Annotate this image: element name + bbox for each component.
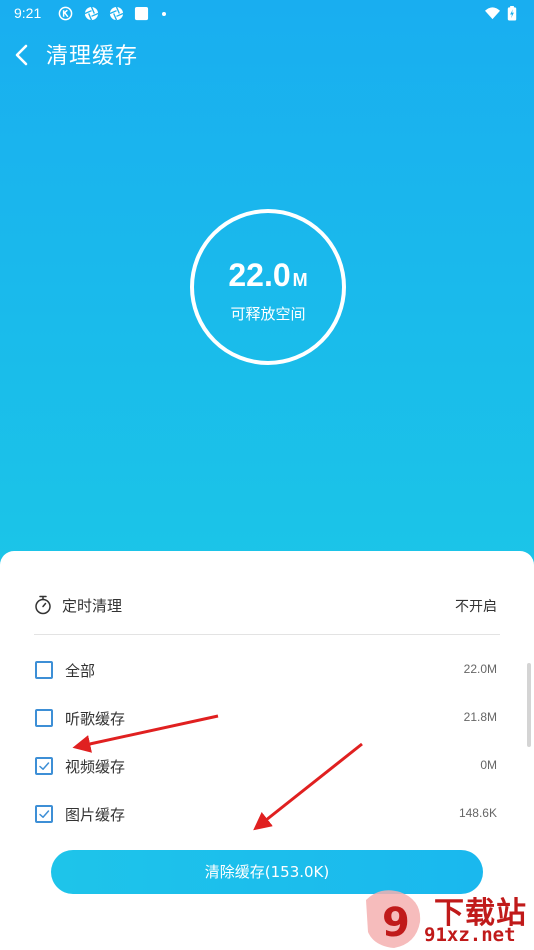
divider	[34, 634, 500, 635]
scheduled-clean-value: 不开启	[455, 599, 497, 615]
cache-item-label: 全部	[65, 662, 96, 680]
space-amount-unit: M	[292, 270, 308, 290]
watermark-domain: 91xz.net	[424, 924, 516, 946]
notification-dot-icon	[162, 12, 166, 16]
cache-item-label: 听歌缓存	[65, 710, 126, 728]
back-button[interactable]	[10, 38, 38, 70]
page-title: 清理缓存	[46, 44, 139, 69]
status-time: 9:21	[14, 5, 42, 21]
releasable-space-amount: 22.0 M	[194, 257, 342, 294]
scheduled-clean-label: 定时清理	[62, 597, 123, 615]
aperture-icon	[84, 6, 99, 21]
cache-item-label: 图片缓存	[65, 806, 126, 824]
checkbox-image-cache[interactable]	[35, 805, 53, 823]
cache-item-label: 视频缓存	[65, 758, 126, 776]
aperture-icon	[109, 6, 124, 21]
check-icon	[39, 762, 50, 770]
cache-item-size: 0M	[480, 758, 497, 772]
releasable-space-caption: 可释放空间	[230, 305, 306, 323]
watermark-logo-icon: 9	[366, 890, 421, 948]
cache-item-all[interactable]: 全部 22.0M	[34, 655, 500, 685]
checkbox-music-cache[interactable]	[35, 709, 53, 727]
cache-item-image[interactable]: 图片缓存 148.6K	[34, 799, 500, 829]
battery-charging-icon	[507, 6, 517, 21]
k-app-icon	[58, 6, 73, 21]
scrollbar[interactable]	[527, 663, 531, 747]
watermark-logo-text: 9	[382, 900, 410, 946]
cache-item-size: 148.6K	[458, 806, 497, 820]
status-bar: 9:21	[0, 0, 534, 28]
watermark: 9 下载站 91xz.net	[360, 886, 534, 950]
app-bar: 清理缓存	[0, 32, 534, 76]
releasable-space-ring: 22.0 M 可释放空间	[190, 209, 346, 365]
cache-item-size: 22.0M	[463, 662, 497, 676]
cache-item-music[interactable]: 听歌缓存 21.8M	[34, 703, 500, 733]
wifi-icon	[485, 7, 500, 20]
scheduled-clean-row[interactable]: 定时清理 不开启	[34, 587, 500, 623]
cache-item-size: 21.8M	[463, 710, 497, 724]
stopwatch-icon	[35, 595, 51, 615]
square-app-icon	[134, 6, 149, 21]
space-amount-number: 22.0	[228, 257, 291, 293]
check-icon	[39, 810, 50, 818]
cache-item-video[interactable]: 视频缓存 0M	[34, 751, 500, 781]
checkbox-video-cache[interactable]	[35, 757, 53, 775]
chevron-left-icon	[15, 44, 28, 66]
checkbox-all[interactable]	[35, 661, 53, 679]
app-screen: 9:21 清理缓存 22.0 M 可释放空间 定时清理 不开启 全部 22.0M…	[0, 0, 534, 950]
